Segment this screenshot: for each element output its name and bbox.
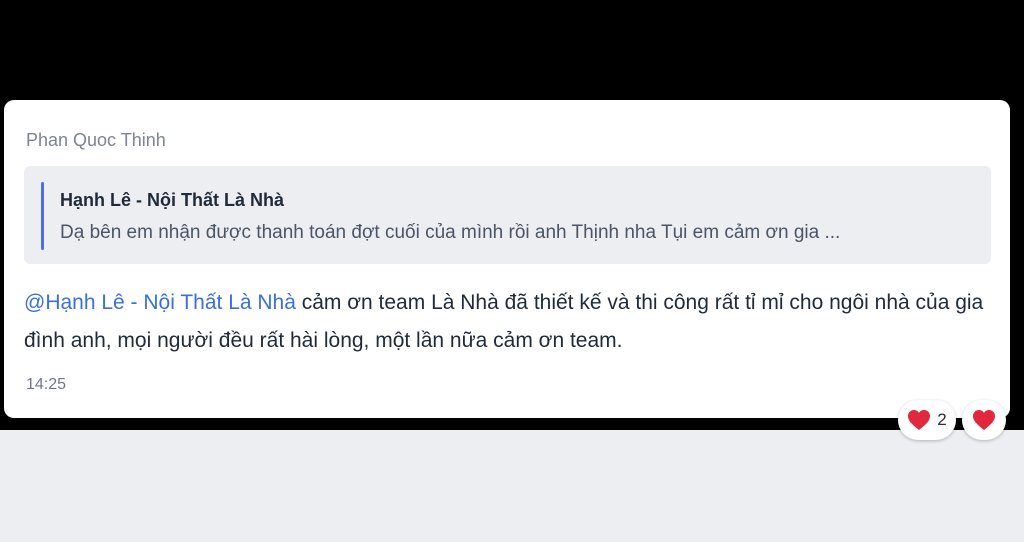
heart-icon	[973, 410, 995, 430]
top-background	[0, 0, 1024, 100]
message-time: 14:25	[26, 376, 67, 393]
reaction-heart-count[interactable]: 2	[898, 400, 956, 440]
message-bubble: Phan Quoc Thinh Hạnh Lê - Nội Thất Là Nh…	[4, 100, 1010, 418]
quote-text: Dạ bên em nhận được thanh toán đợt cuối …	[60, 222, 841, 243]
sender-name: Phan Quoc Thinh	[26, 130, 166, 150]
mention-link[interactable]: @Hạnh Lê - Nội Thất Là Nhà	[24, 291, 296, 314]
add-reaction-heart[interactable]	[962, 400, 1006, 440]
message-text: @Hạnh Lê - Nội Thất Là Nhà cảm ơn team L…	[24, 284, 999, 360]
heart-icon	[908, 410, 931, 430]
reaction-count: 2	[937, 410, 947, 429]
quoted-message[interactable]: Hạnh Lê - Nội Thất Là Nhà Dạ bên em nhận…	[24, 166, 991, 264]
quote-accent-bar	[41, 182, 44, 250]
quote-author: Hạnh Lê - Nội Thất Là Nhà	[60, 190, 285, 210]
bottom-background	[0, 430, 1024, 542]
